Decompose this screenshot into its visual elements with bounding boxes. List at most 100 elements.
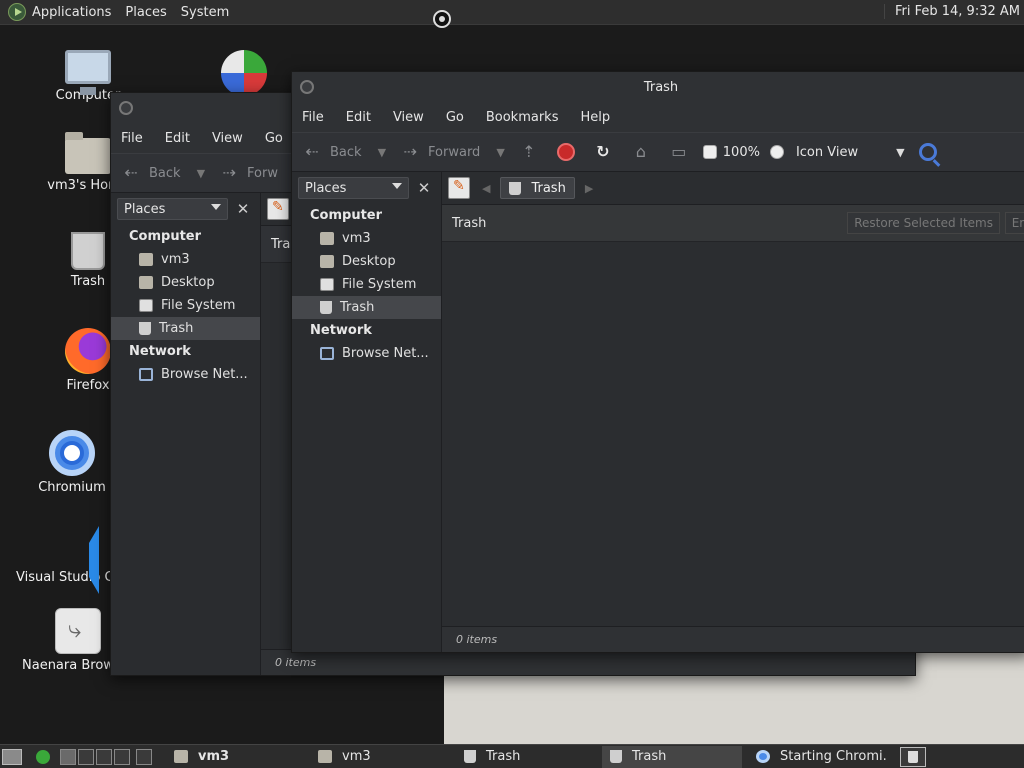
chevron-down-icon [392, 183, 402, 189]
mate-logo-icon[interactable] [8, 3, 26, 21]
breadcrumb-trash[interactable]: Trash [500, 177, 575, 199]
zoom-in-icon[interactable] [769, 145, 784, 159]
chromium-icon [756, 750, 770, 763]
menu-go[interactable]: Go [265, 131, 283, 146]
show-desktop-icon[interactable] [2, 748, 22, 765]
applications-menu[interactable]: Applications [32, 5, 111, 20]
back-label: Back [330, 144, 362, 160]
sidebar-item-file-system[interactable]: File System [292, 273, 441, 296]
taskbar-item-vm3[interactable]: vm3 [166, 746, 304, 768]
workspace-4[interactable] [114, 748, 130, 765]
trash-icon [320, 301, 332, 314]
workspace-2[interactable] [78, 748, 94, 765]
sidebar-item-desktop[interactable]: Desktop [292, 250, 441, 273]
workspace-1[interactable] [60, 748, 76, 765]
close-sidebar-icon[interactable]: ✕ [232, 198, 254, 220]
taskbar-item-trash[interactable]: Trash [602, 745, 742, 768]
sidebar-item-trash[interactable]: Trash [111, 317, 260, 340]
crumb-right-arrow-icon[interactable]: ▶ [585, 182, 593, 195]
home-folder-icon [139, 253, 153, 266]
window-titlebar[interactable]: Trash [292, 72, 1024, 102]
window-menu-button[interactable] [300, 80, 314, 94]
toolbar: ⇠ Back ▼ ⇢ Forward ▼ ⇡ ↻ ⌂ ▭ 100% Icon V… [292, 132, 1024, 172]
forward-button[interactable]: ⇢ Forw [219, 163, 278, 183]
search-icon[interactable] [918, 143, 937, 161]
menubar: File Edit View Go Bookmarks Help [292, 102, 1024, 132]
chromium-icon [49, 430, 95, 476]
view-mode-caret-icon[interactable]: ▼ [896, 146, 904, 159]
sidebar-item-label: Desktop [342, 254, 396, 269]
file-manager-window-trash[interactable]: Trash File Edit View Go Bookmarks Help ⇠… [291, 71, 1024, 653]
workspace-3[interactable] [96, 748, 112, 765]
forward-history-caret-icon[interactable]: ▼ [496, 146, 504, 159]
restore-selected-items-button[interactable]: Restore Selected Items [847, 212, 1000, 234]
computer-icon [65, 50, 111, 95]
forward-button[interactable]: ⇢ Forward [400, 142, 480, 162]
menu-view[interactable]: View [212, 131, 243, 146]
taskbar-item-chromium[interactable]: Starting Chromi... [748, 746, 886, 768]
trash-applet-icon[interactable] [900, 747, 926, 767]
naenara-icon [55, 608, 101, 654]
menu-edit[interactable]: Edit [346, 110, 371, 125]
window-body: Places ✕ Computer vm3 Desktop File Syste… [292, 172, 1024, 652]
menu-help[interactable]: Help [580, 110, 610, 125]
menu-bookmarks[interactable]: Bookmarks [486, 110, 559, 125]
edit-location-icon[interactable] [448, 177, 470, 199]
sidebar-item-desktop[interactable]: Desktop [111, 271, 260, 294]
taskbar-item-vm3[interactable]: vm3 [310, 746, 450, 768]
content-header-title: Trash [452, 215, 487, 231]
window-menu-button[interactable] [119, 101, 133, 115]
reload-icon[interactable]: ↻ [593, 142, 613, 162]
file-view[interactable] [442, 242, 1024, 626]
network-icon [139, 368, 153, 381]
top-panel: Applications Places System Fri Feb 14, 9… [0, 0, 1024, 25]
folder-icon [174, 750, 188, 763]
crumb-left-arrow-icon[interactable]: ◀ [482, 182, 490, 195]
sidebar-item-label: File System [161, 298, 236, 313]
menu-file[interactable]: File [302, 110, 324, 125]
back-history-caret-icon[interactable]: ▼ [378, 146, 386, 159]
chevron-down-icon [211, 204, 221, 210]
desktop-icon-label: Chromium [38, 480, 106, 495]
task-label: Trash [486, 749, 521, 764]
home-icon[interactable]: ⌂ [631, 142, 651, 162]
system-menu[interactable]: System [181, 5, 229, 20]
places-menu[interactable]: Places [125, 5, 166, 20]
up-arrow-icon[interactable]: ⇡ [519, 142, 539, 162]
computer-icon[interactable]: ▭ [669, 142, 689, 162]
desktop-folder-icon [320, 255, 334, 268]
menu-go[interactable]: Go [446, 110, 464, 125]
sidebar: Places ✕ Computer vm3 Desktop File Syste… [292, 172, 442, 652]
zoom-out-icon[interactable] [702, 145, 717, 159]
back-history-caret-icon[interactable]: ▼ [197, 167, 205, 180]
sidebar-item-trash[interactable]: Trash [292, 296, 441, 319]
trash-icon [610, 750, 622, 763]
sidebar-item-vm3[interactable]: vm3 [292, 227, 441, 250]
stop-icon[interactable] [556, 143, 575, 161]
bottom-panel: vm3 vm3 Trash Trash Starting Chromi... [0, 744, 1024, 768]
back-button[interactable]: ⇠ Back [121, 163, 181, 183]
location-bar: ◀ Trash ▶ [442, 172, 1024, 204]
taskbar-item-trash[interactable]: Trash [456, 746, 596, 768]
empty-trash-button[interactable]: Em [1004, 212, 1024, 234]
sidebar-item-browse-network[interactable]: Browse Net... [111, 363, 260, 386]
workspace-5[interactable] [136, 748, 152, 765]
view-mode-select[interactable]: Icon View [796, 145, 858, 160]
sidebar-item-file-system[interactable]: File System [111, 294, 260, 317]
close-sidebar-icon[interactable]: ✕ [413, 177, 435, 199]
sidebar-item-browse-network[interactable]: Browse Net... [292, 342, 441, 365]
menu-edit[interactable]: Edit [165, 131, 190, 146]
desktop-icon-chromium[interactable]: Chromium [26, 430, 118, 495]
back-button[interactable]: ⇠ Back [302, 142, 362, 162]
forward-label: Forward [428, 144, 481, 160]
clock[interactable]: Fri Feb 14, 9:32 AM [883, 4, 1020, 19]
sidebar-mode-combo[interactable]: Places [298, 177, 409, 199]
edit-location-icon[interactable] [267, 198, 289, 220]
launcher-icon[interactable] [36, 749, 50, 764]
sidebar-mode-combo[interactable]: Places [117, 198, 228, 220]
back-label: Back [149, 165, 181, 181]
menu-file[interactable]: File [121, 131, 143, 146]
zoom-level[interactable]: 100% [723, 145, 760, 160]
sidebar-item-vm3[interactable]: vm3 [111, 248, 260, 271]
menu-view[interactable]: View [393, 110, 424, 125]
